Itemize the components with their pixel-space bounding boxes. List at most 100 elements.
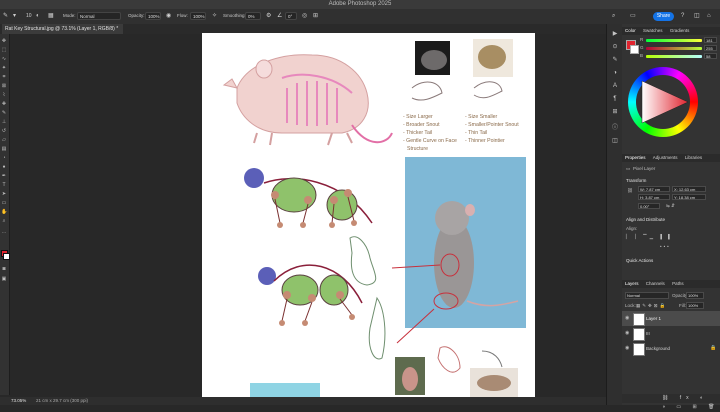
zoom-level[interactable]: 73.05% <box>11 397 26 405</box>
glyphs-icon[interactable]: ⊞ <box>611 108 619 116</box>
info-icon[interactable]: ⓘ <box>611 124 619 132</box>
layer-comps-icon[interactable]: ◫ <box>611 137 619 145</box>
discover-icon[interactable]: ⌂ <box>707 12 711 20</box>
help-icon[interactable]: ? <box>681 12 684 20</box>
align-section-title[interactable]: Align and Distribute <box>626 217 665 222</box>
marquee-tool-icon[interactable]: ⬚ <box>1 47 7 53</box>
lock-icons[interactable]: ▦✎✥⊠🔒 <box>636 303 667 309</box>
learn-icon[interactable]: ◫ <box>694 12 700 20</box>
flow-field[interactable]: 100% <box>190 12 206 20</box>
paragraph-icon[interactable]: ¶ <box>611 95 619 103</box>
zoom-tool-icon[interactable]: ⌕ <box>1 218 7 224</box>
brush-tool-icon[interactable]: ✎ <box>1 110 7 116</box>
gear-icon[interactable]: ⚙ <box>266 12 271 20</box>
crop-tool-icon[interactable]: ⌗ <box>1 74 7 80</box>
structural-sketch-2 <box>258 264 363 326</box>
chevron-down-icon[interactable]: ▾ <box>13 12 16 20</box>
adjustments-icon[interactable]: ◑ <box>611 69 619 77</box>
width-field[interactable]: W: 7.87 cm <box>638 186 670 192</box>
quick-select-tool-icon[interactable]: ✦ <box>1 65 7 71</box>
lasso-tool-icon[interactable]: ∿ <box>1 56 7 62</box>
symmetry-icon[interactable]: ⊞ <box>313 12 318 20</box>
layers-footer-icons[interactable]: ⛓ fx ◐ ◑ ▭ ⊞ 🗑 <box>622 394 720 410</box>
tab-adjustments[interactable]: Adjustments <box>653 155 678 160</box>
x-field[interactable]: X: 12.63 cm <box>672 186 706 192</box>
stamp-tool-icon[interactable]: ⊥ <box>1 119 7 125</box>
tab-channels[interactable]: Channels <box>646 281 665 286</box>
dodge-tool-icon[interactable]: ● <box>1 164 7 170</box>
tab-swatches[interactable]: Swatches <box>643 28 663 33</box>
eyedropper-tool-icon[interactable]: ⌇ <box>1 92 7 98</box>
search-icon[interactable]: ⌕ <box>612 12 615 20</box>
canvas-artwork: - Size Larger - Broader Snout - Thicker … <box>222 39 526 405</box>
link-icon[interactable]: ⛓ <box>627 188 633 194</box>
opacity-field[interactable]: 100% <box>145 12 161 20</box>
quick-actions-title[interactable]: Quick Actions <box>626 258 653 263</box>
tab-properties[interactable]: Properties <box>625 155 646 160</box>
color-panel-tabs: Color Swatches Gradients <box>622 27 720 35</box>
brush-settings-icon[interactable]: ▦ <box>48 12 54 20</box>
more-tools-icon[interactable]: ⋯ <box>1 230 7 236</box>
pressure-opacity-icon[interactable]: ◉ <box>166 12 171 20</box>
gradient-tool-icon[interactable]: ▤ <box>1 146 7 152</box>
healing-tool-icon[interactable]: ✚ <box>1 101 7 107</box>
type-tool-icon[interactable]: T <box>1 182 7 188</box>
workspace-icon[interactable]: ▭ <box>630 12 636 20</box>
play-icon[interactable]: ▶ <box>611 30 619 38</box>
frame-tool-icon[interactable]: ⊠ <box>1 83 7 89</box>
type-panel-icon[interactable]: A <box>611 82 619 90</box>
more-options-icon[interactable]: ••• <box>660 244 671 249</box>
fill-field[interactable]: 100% <box>686 302 704 309</box>
angle-field[interactable]: 0° <box>285 12 297 20</box>
color-background-swatch[interactable] <box>630 45 639 54</box>
height-field[interactable]: H: 3.87 cm <box>638 194 670 200</box>
pressure-size-icon[interactable]: ◎ <box>302 12 307 20</box>
y-field[interactable]: Y: 18.38 cm <box>672 194 706 200</box>
eye-icon[interactable]: ◉ <box>625 341 629 356</box>
brush-preset-icon[interactable]: ◐ <box>36 12 40 20</box>
shape-tool-icon[interactable]: ▭ <box>1 200 7 206</box>
smoothing-field[interactable]: 0% <box>245 12 261 20</box>
tab-layers[interactable]: Layers <box>625 281 639 286</box>
share-button[interactable]: Share <box>653 12 674 21</box>
history-brush-icon[interactable]: ↺ <box>1 128 7 134</box>
align-buttons-icon[interactable]: ▏▕ ▔▁ ▌▐ <box>626 234 673 240</box>
blend-mode-select[interactable]: Normal <box>625 292 669 299</box>
tab-paths[interactable]: Paths <box>672 281 684 286</box>
move-tool-icon[interactable]: ✥ <box>1 38 7 44</box>
note-broader-snout: Broader Snout <box>406 122 440 128</box>
angle-field[interactable]: 0.00° <box>638 203 660 209</box>
layer-row-iii[interactable]: ◉ III <box>622 326 720 341</box>
quick-mask-icon[interactable]: ◙ <box>1 266 7 272</box>
brush-settings-icon[interactable]: ✎ <box>611 56 619 64</box>
layer-row-background[interactable]: ◉ Background 🔒 <box>622 341 720 356</box>
flip-icons[interactable]: ⇋ ⇵ <box>666 203 675 209</box>
hand-tool-icon[interactable]: ✋ <box>1 209 7 215</box>
tab-gradients[interactable]: Gradients <box>670 28 690 33</box>
document-canvas[interactable]: - Size Larger - Broader Snout - Thicker … <box>202 33 535 405</box>
airbrush-icon[interactable]: ✧ <box>212 12 217 20</box>
eraser-tool-icon[interactable]: ▱ <box>1 137 7 143</box>
smoothing-label: Smoothing: <box>223 13 246 18</box>
brush-size[interactable]: 10 <box>26 12 32 20</box>
tab-libraries[interactable]: Libraries <box>685 155 702 160</box>
history-icon[interactable]: ⊙ <box>611 43 619 51</box>
app-title: Adobe Photoshop 2025 <box>328 1 392 7</box>
layer-type-label: Pixel Layer <box>633 166 656 171</box>
screen-mode-icon[interactable]: ▣ <box>1 276 7 282</box>
layer-row-layer-1[interactable]: ◉ Layer 1 <box>622 311 720 326</box>
document-tab[interactable]: Rat Key Structural.jpg @ 73.1% (Layer 1,… <box>2 24 123 34</box>
layer-thumbnail <box>633 328 645 341</box>
pen-tool-icon[interactable]: ✒ <box>1 173 7 179</box>
eye-icon[interactable]: ◉ <box>625 326 629 341</box>
color-wheel[interactable] <box>628 67 698 137</box>
tab-color[interactable]: Color <box>625 28 636 33</box>
mode-select[interactable]: Normal <box>77 12 121 20</box>
blur-tool-icon[interactable]: ◔ <box>1 155 7 161</box>
layer-opacity-field[interactable]: 100% <box>686 292 704 299</box>
transform-section-title[interactable]: Transform <box>626 178 646 183</box>
path-select-icon[interactable]: ➤ <box>1 191 7 197</box>
background-color-swatch[interactable] <box>3 253 10 260</box>
eye-icon[interactable]: ◉ <box>625 311 629 326</box>
brush-tool-icon[interactable]: ✎ <box>3 12 8 20</box>
